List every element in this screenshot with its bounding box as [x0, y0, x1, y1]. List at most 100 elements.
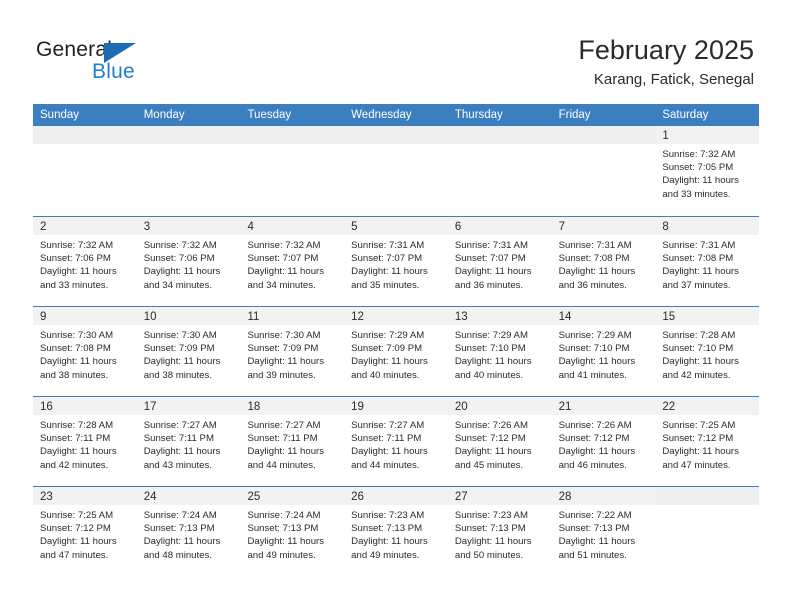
day-details: Sunrise: 7:25 AM Sunset: 7:12 PM Daylight:…: [33, 505, 137, 562]
day-number-band: 25: [240, 487, 345, 505]
calendar-day-cell[interactable]: 21 Sunrise: 7:26 AM Sunset: 7:12 PM Dayligh…: [551, 397, 656, 486]
calendar-day-cell[interactable]: 20 Sunrise: 7:26 AM Sunset: 7:12 PM Dayligh…: [447, 397, 552, 486]
sunset-text: Sunset: 7:13 PM: [143, 523, 215, 535]
daylight-text: Daylight: 11 hours: [143, 536, 221, 548]
sunset-text: Sunset: 7:06 PM: [40, 253, 111, 265]
sunset-text: Sunset: 7:11 PM: [143, 433, 214, 445]
sunrise-text: Sunrise: 7:22 AM: [558, 510, 632, 521]
daylight-text: Daylight: 11 hours: [662, 446, 739, 458]
calendar-day-cell[interactable]: 27 Sunrise: 7:23 AM Sunset: 7:13 PM Dayligh…: [447, 487, 552, 576]
sunrise-text: Sunrise: 7:27 AM: [247, 420, 321, 431]
day-number-band: 23: [33, 487, 137, 505]
day-number-band: [655, 487, 760, 505]
sunset-text: Sunset: 7:13 PM: [247, 523, 319, 535]
daylight-text-cont: and 33 minutes.: [662, 188, 731, 200]
day-details: Sunrise: 7:30 AM Sunset: 7:09 PM Daylight:…: [240, 325, 344, 382]
calendar-day-cell[interactable]: 4 Sunrise: 7:32 AM Sunset: 7:07 PM Daylight…: [240, 217, 345, 306]
sunset-text: Sunset: 7:08 PM: [558, 253, 630, 265]
daylight-text: Daylight: 11 hours: [247, 266, 325, 278]
calendar-day-cell[interactable]: 16 Sunrise: 7:28 AM Sunset: 7:11 PM Dayligh…: [33, 397, 137, 486]
daylight-text: Daylight: 11 hours: [662, 356, 739, 368]
day-number-band: 24: [136, 487, 241, 505]
day-number: 3: [143, 221, 151, 233]
day-number-band: 22: [655, 397, 760, 415]
sunrise-text: Sunrise: 7:28 AM: [662, 330, 736, 341]
daylight-text-cont: and 36 minutes.: [558, 279, 627, 291]
sunset-text: Sunset: 7:09 PM: [143, 343, 215, 355]
sunset-text: Sunset: 7:12 PM: [40, 523, 111, 535]
daylight-text-cont: and 46 minutes.: [558, 459, 627, 471]
daylight-text-cont: and 48 minutes.: [143, 549, 212, 561]
daylight-text-cont: and 49 minutes.: [247, 549, 316, 561]
calendar-day-cell[interactable]: 1 Sunrise: 7:32 AM Sunset: 7:05 PM Daylight…: [655, 126, 760, 216]
day-details: Sunrise: 7:27 AM Sunset: 7:11 PM Daylight:…: [240, 415, 344, 472]
day-details: [655, 505, 759, 509]
calendar-day-cell[interactable]: 19 Sunrise: 7:27 AM Sunset: 7:11 PM Dayligh…: [344, 397, 448, 486]
calendar-day-cell[interactable]: 6 Sunrise: 7:31 AM Sunset: 7:07 PM Daylight…: [447, 217, 552, 306]
calendar-day-cell[interactable]: 12 Sunrise: 7:29 AM Sunset: 7:09 PM Dayligh…: [344, 307, 448, 396]
day-number-band: 3: [136, 217, 241, 235]
sunrise-text: Sunrise: 7:27 AM: [143, 420, 217, 431]
calendar-day-cell[interactable]: 5 Sunrise: 7:31 AM Sunset: 7:07 PM Daylight…: [344, 217, 448, 306]
daylight-text-cont: and 38 minutes.: [40, 369, 109, 381]
day-number-band: 19: [344, 397, 448, 415]
calendar-day-cell[interactable]: 23 Sunrise: 7:25 AM Sunset: 7:12 PM Dayligh…: [33, 487, 137, 576]
sunrise-text: Sunrise: 7:32 AM: [247, 240, 321, 251]
day-number: 23: [40, 491, 53, 503]
calendar-day-cell[interactable]: 11 Sunrise: 7:30 AM Sunset: 7:09 PM Dayligh…: [240, 307, 345, 396]
sunrise-text: Sunrise: 7:31 AM: [351, 240, 425, 251]
daylight-text: Daylight: 11 hours: [454, 536, 532, 548]
day-number-band: 9: [33, 307, 137, 325]
daylight-text-cont: and 51 minutes.: [558, 549, 627, 561]
day-details: Sunrise: 7:31 AM Sunset: 7:07 PM Daylight:…: [344, 235, 448, 292]
daylight-text: Daylight: 11 hours: [40, 356, 117, 368]
day-number-band: 26: [344, 487, 448, 505]
day-details: [240, 144, 344, 148]
sunrise-text: Sunrise: 7:26 AM: [558, 420, 632, 431]
calendar-day-cell[interactable]: 28 Sunrise: 7:22 AM Sunset: 7:13 PM Dayligh…: [551, 487, 656, 576]
calendar-day-cell[interactable]: 8 Sunrise: 7:31 AM Sunset: 7:08 PM Daylight…: [655, 217, 760, 306]
general-blue-logo: General Blue: [36, 38, 156, 86]
calendar-day-cell[interactable]: 2 Sunrise: 7:32 AM Sunset: 7:06 PM Daylight…: [33, 217, 137, 306]
day-number: 17: [143, 401, 157, 413]
calendar-week-row: 16 Sunrise: 7:28 AM Sunset: 7:11 PM Dayligh…: [33, 396, 760, 486]
calendar-day-cell[interactable]: 26 Sunrise: 7:23 AM Sunset: 7:13 PM Dayligh…: [344, 487, 448, 576]
calendar-day-cell[interactable]: 25 Sunrise: 7:24 AM Sunset: 7:13 PM Dayligh…: [240, 487, 345, 576]
calendar-day-cell-empty: [136, 126, 241, 216]
weekday-header-friday: Friday: [558, 109, 591, 121]
day-number-band: 8: [655, 217, 760, 235]
day-details: Sunrise: 7:31 AM Sunset: 7:08 PM Daylight:…: [655, 235, 759, 292]
calendar-day-cell[interactable]: 3 Sunrise: 7:32 AM Sunset: 7:06 PM Daylight…: [136, 217, 241, 306]
day-details: Sunrise: 7:30 AM Sunset: 7:08 PM Daylight:…: [33, 325, 137, 382]
sunrise-text: Sunrise: 7:27 AM: [351, 420, 425, 431]
calendar-week-row: 2 Sunrise: 7:32 AM Sunset: 7:06 PM Daylight…: [33, 216, 760, 306]
sunrise-text: Sunrise: 7:30 AM: [247, 330, 321, 341]
calendar-day-cell[interactable]: 18 Sunrise: 7:27 AM Sunset: 7:11 PM Dayligh…: [240, 397, 345, 486]
sunset-text: Sunset: 7:13 PM: [454, 523, 526, 535]
sunset-text: Sunset: 7:10 PM: [454, 343, 526, 355]
day-number-band: 12: [344, 307, 448, 325]
calendar-day-cell[interactable]: 10 Sunrise: 7:30 AM Sunset: 7:09 PM Dayligh…: [136, 307, 241, 396]
sunset-text: Sunset: 7:08 PM: [40, 343, 111, 355]
calendar-day-cell[interactable]: 9 Sunrise: 7:30 AM Sunset: 7:08 PM Daylight…: [33, 307, 137, 396]
day-number-band: [240, 126, 345, 144]
day-number: 5: [351, 221, 358, 233]
calendar-day-cell[interactable]: 22 Sunrise: 7:25 AM Sunset: 7:12 PM Dayligh…: [655, 397, 760, 486]
calendar-day-cell[interactable]: 15 Sunrise: 7:28 AM Sunset: 7:10 PM Dayligh…: [655, 307, 760, 396]
calendar-day-cell[interactable]: 13 Sunrise: 7:29 AM Sunset: 7:10 PM Dayligh…: [447, 307, 552, 396]
day-number: 20: [454, 401, 468, 413]
daylight-text-cont: and 34 minutes.: [143, 279, 212, 291]
sunset-text: Sunset: 7:12 PM: [662, 433, 734, 445]
calendar-day-cell[interactable]: 24 Sunrise: 7:24 AM Sunset: 7:13 PM Dayligh…: [136, 487, 241, 576]
sunrise-text: Sunrise: 7:25 AM: [40, 510, 114, 521]
day-details: Sunrise: 7:27 AM Sunset: 7:11 PM Daylight:…: [344, 415, 448, 472]
daylight-text: Daylight: 11 hours: [40, 446, 117, 458]
day-number-band: 14: [551, 307, 656, 325]
calendar-day-cell[interactable]: 7 Sunrise: 7:31 AM Sunset: 7:08 PM Daylight…: [551, 217, 656, 306]
calendar-day-cell-empty: [33, 126, 137, 216]
daylight-text: Daylight: 11 hours: [454, 356, 532, 368]
calendar-day-cell[interactable]: 14 Sunrise: 7:29 AM Sunset: 7:10 PM Dayligh…: [551, 307, 656, 396]
daylight-text-cont: and 37 minutes.: [662, 279, 731, 291]
calendar-day-cell[interactable]: 17 Sunrise: 7:27 AM Sunset: 7:11 PM Dayligh…: [136, 397, 241, 486]
calendar-page: General Blue February 2025 Karang, Fatic…: [0, 0, 792, 612]
